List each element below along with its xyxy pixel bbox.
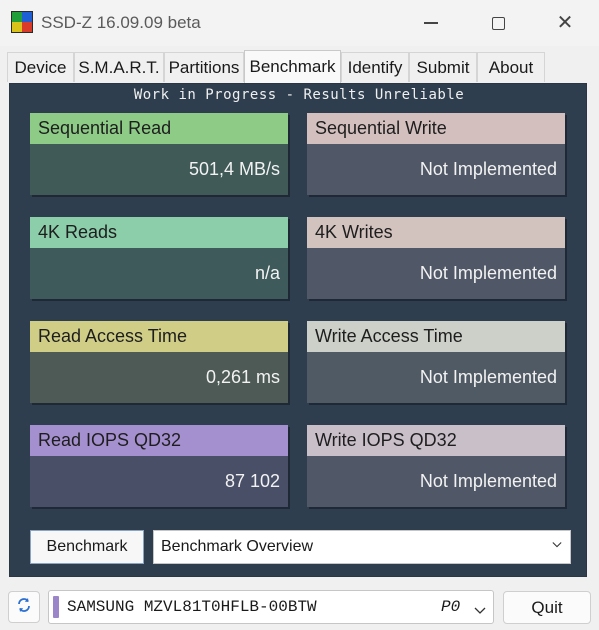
card-read-access-time: Read Access Time 0,261 ms xyxy=(30,321,288,403)
drive-port: P0 xyxy=(441,598,461,616)
card-read-iops-qd32: Read IOPS QD32 87 102 xyxy=(30,425,288,507)
tab-smart[interactable]: S.M.A.R.T. xyxy=(74,52,164,82)
card-4k-writes: 4K Writes Not Implemented xyxy=(307,217,565,299)
minimize-icon xyxy=(424,22,438,24)
card-sequential-read: Sequential Read 501,4 MB/s xyxy=(30,113,288,195)
refresh-icon xyxy=(16,597,32,618)
card-value: Not Implemented xyxy=(307,144,565,195)
card-value: Not Implemented xyxy=(307,456,565,507)
drive-select[interactable]: SAMSUNG MZVL81T0HFLB-00BTW P0 xyxy=(48,590,494,624)
card-write-access-time: Write Access Time Not Implemented xyxy=(307,321,565,403)
tab-about[interactable]: About xyxy=(477,52,545,82)
drive-color-marker xyxy=(53,596,59,618)
card-value: 87 102 xyxy=(30,456,288,507)
app-logo-icon xyxy=(11,11,33,33)
window-title: SSD-Z 16.09.09 beta xyxy=(41,13,201,32)
tab-partitions[interactable]: Partitions xyxy=(164,52,244,82)
refresh-button[interactable] xyxy=(8,591,40,623)
card-label: 4K Reads xyxy=(30,217,288,248)
tab-submit[interactable]: Submit xyxy=(409,52,477,82)
tab-device[interactable]: Device xyxy=(7,52,74,82)
card-label: Write IOPS QD32 xyxy=(307,425,565,456)
card-label: Sequential Write xyxy=(307,113,565,144)
benchmark-panel: Work in Progress - Results Unreliable Se… xyxy=(9,83,587,577)
card-label: Read IOPS QD32 xyxy=(30,425,288,456)
card-value: n/a xyxy=(30,248,288,299)
title-bar: SSD-Z 16.09.09 beta ✕ xyxy=(0,0,599,46)
card-label: 4K Writes xyxy=(307,217,565,248)
run-benchmark-button[interactable]: Benchmark xyxy=(30,530,144,564)
card-label: Sequential Read xyxy=(30,113,288,144)
maximize-icon xyxy=(491,16,505,30)
tab-bar: Device S.M.A.R.T. Partitions Benchmark I… xyxy=(0,50,599,83)
card-value: 501,4 MB/s xyxy=(30,144,288,195)
tab-benchmark[interactable]: Benchmark xyxy=(244,50,341,83)
maximize-button[interactable] xyxy=(465,0,531,46)
card-value: Not Implemented xyxy=(307,352,565,403)
chevron-down-icon xyxy=(474,602,486,620)
close-icon: ✕ xyxy=(556,12,574,34)
card-label: Read Access Time xyxy=(30,321,288,352)
minimize-button[interactable] xyxy=(398,0,464,46)
tab-identify[interactable]: Identify xyxy=(341,52,409,82)
warning-banner: Work in Progress - Results Unreliable xyxy=(133,87,465,103)
card-sequential-write: Sequential Write Not Implemented xyxy=(307,113,565,195)
card-write-iops-qd32: Write IOPS QD32 Not Implemented xyxy=(307,425,565,507)
close-button[interactable]: ✕ xyxy=(532,0,598,46)
benchmark-view-value: Benchmark Overview xyxy=(161,538,314,555)
card-label: Write Access Time xyxy=(307,321,565,352)
benchmark-view-select[interactable]: Benchmark Overview xyxy=(153,530,571,564)
chevron-down-icon xyxy=(552,540,562,550)
drive-name: SAMSUNG MZVL81T0HFLB-00BTW xyxy=(67,598,317,616)
card-value: 0,261 ms xyxy=(30,352,288,403)
card-value: Not Implemented xyxy=(307,248,565,299)
quit-button[interactable]: Quit xyxy=(503,591,591,624)
card-4k-reads: 4K Reads n/a xyxy=(30,217,288,299)
